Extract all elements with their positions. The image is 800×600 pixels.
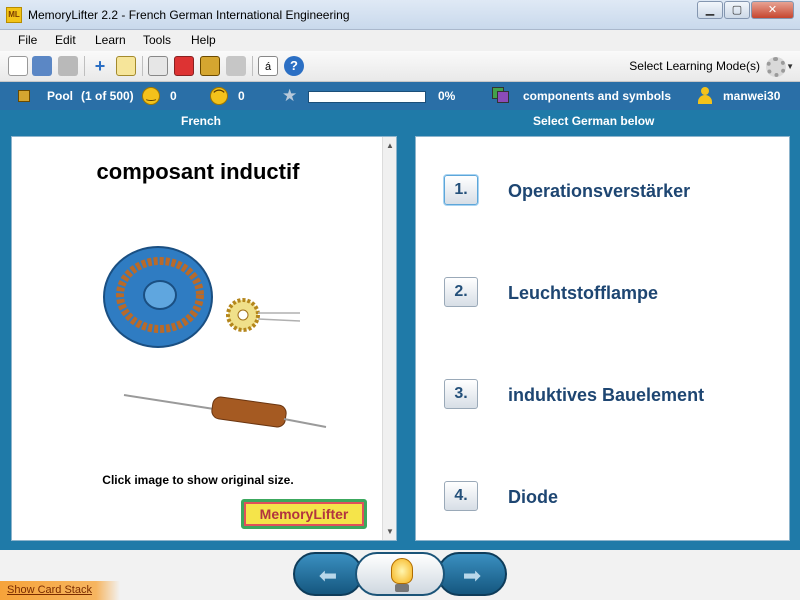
answer-number-button[interactable]: 3.: [444, 379, 478, 409]
bottom-bar: Show Card Stack ⬅ ➡: [0, 550, 800, 600]
image-hint: Click image to show original size.: [102, 473, 294, 487]
question-scrollbar[interactable]: ▲ ▼: [382, 137, 396, 540]
memorylifter-logo: MemoryLifter: [241, 499, 367, 529]
answer-label[interactable]: Diode: [508, 487, 558, 508]
pool-icon: [18, 90, 30, 102]
tools-icon[interactable]: [226, 56, 246, 76]
menu-file[interactable]: File: [18, 33, 37, 47]
window-title: MemoryLifter 2.2 - French German Interna…: [28, 8, 350, 22]
lightbulb-base: [395, 584, 409, 592]
menu-help[interactable]: Help: [191, 33, 216, 47]
answer-option[interactable]: 3. induktives Bauelement: [416, 377, 791, 417]
pool-label: Pool: [47, 89, 73, 103]
scroll-down-icon[interactable]: ▼: [386, 527, 394, 536]
toolbar: + á ? Select Learning Mode(s) ▼: [0, 51, 800, 82]
menu-bar: File Edit Learn Tools Help: [0, 30, 800, 51]
menu-learn[interactable]: Learn: [95, 33, 126, 47]
hint-button[interactable]: [355, 552, 445, 596]
arrow-right-icon: ➡: [462, 563, 482, 588]
print-icon[interactable]: [58, 56, 78, 76]
minimize-button[interactable]: ▁: [697, 1, 723, 19]
gear-icon[interactable]: [766, 57, 786, 77]
menu-tools[interactable]: Tools: [143, 33, 171, 47]
card-stack-icon[interactable]: [200, 56, 220, 76]
question-panel: composant inductif Click image to show o…: [11, 136, 397, 541]
previous-card-button[interactable]: ⬅: [293, 552, 363, 596]
statistics-icon[interactable]: [174, 56, 194, 76]
show-card-stack-link[interactable]: Show Card Stack: [7, 584, 92, 596]
open-folder-icon[interactable]: [32, 56, 52, 76]
special-characters-icon[interactable]: á: [258, 56, 278, 76]
answer-number-button[interactable]: 2.: [444, 277, 478, 307]
progress-bar: [308, 91, 426, 103]
question-language-header: French: [181, 114, 222, 128]
sad-face-icon: ⌒: [210, 87, 228, 105]
presentation-icon[interactable]: [148, 56, 168, 76]
answer-label[interactable]: induktives Bauelement: [508, 385, 704, 406]
toolbar-separator: [142, 56, 143, 76]
navigation-controls: ⬅ ➡: [293, 552, 507, 596]
answer-language-header: Select German below: [533, 114, 655, 128]
star-icon: ★: [282, 86, 298, 105]
answer-label[interactable]: Operationsverstärker: [508, 181, 690, 202]
help-icon[interactable]: ?: [284, 56, 304, 76]
scroll-up-icon[interactable]: ▲: [386, 141, 394, 150]
arrow-left-icon: ⬅: [318, 563, 338, 588]
card-area: French Select German below composant ind…: [0, 110, 800, 550]
lightbulb-icon: [391, 558, 413, 584]
answer-option[interactable]: 4. Diode: [416, 479, 791, 519]
answer-label[interactable]: Leuchtstofflampe: [508, 283, 658, 304]
wrong-count: 0: [238, 89, 245, 103]
app-logo-icon: ML: [6, 7, 22, 23]
close-button[interactable]: ✕: [751, 1, 794, 19]
new-file-icon[interactable]: [8, 56, 28, 76]
toolbar-separator: [252, 56, 253, 76]
question-image[interactable]: [96, 237, 336, 457]
toolbar-separator: [84, 56, 85, 76]
user-icon: [697, 87, 713, 105]
window-controls: ▁ ▢ ✕: [696, 1, 794, 19]
title-bar: ML MemoryLifter 2.2 - French German Inte…: [0, 0, 800, 30]
answer-number-button[interactable]: 4.: [444, 481, 478, 511]
maximize-button[interactable]: ▢: [724, 1, 750, 19]
question-word: composant inductif: [96, 159, 300, 184]
status-bar: Pool (1 of 500) ‿ 0 ⌒ 0 ★ 0% components …: [0, 82, 800, 110]
pool-count: (1 of 500): [81, 89, 134, 103]
menu-edit[interactable]: Edit: [55, 33, 76, 47]
answer-number-button[interactable]: 1.: [444, 175, 478, 205]
edit-card-icon[interactable]: [116, 56, 136, 76]
correct-count: 0: [170, 89, 177, 103]
user-name: manwei30: [723, 89, 781, 103]
show-card-stack-tab[interactable]: Show Card Stack: [0, 581, 120, 600]
chapter-name[interactable]: components and symbols: [523, 89, 671, 103]
answer-panel: 1. Operationsverstärker 2. Leuchtstoffla…: [415, 136, 790, 541]
answer-option[interactable]: 2. Leuchtstofflampe: [416, 275, 791, 315]
happy-face-icon: ‿: [142, 87, 160, 105]
chapters-icon[interactable]: [492, 87, 512, 105]
add-card-icon[interactable]: +: [90, 56, 110, 76]
chevron-down-icon[interactable]: ▼: [786, 62, 794, 71]
answer-option[interactable]: 1. Operationsverstärker: [416, 173, 791, 213]
next-card-button[interactable]: ➡: [437, 552, 507, 596]
learning-mode-label[interactable]: Select Learning Mode(s): [629, 59, 760, 73]
progress-percent: 0%: [438, 89, 456, 103]
